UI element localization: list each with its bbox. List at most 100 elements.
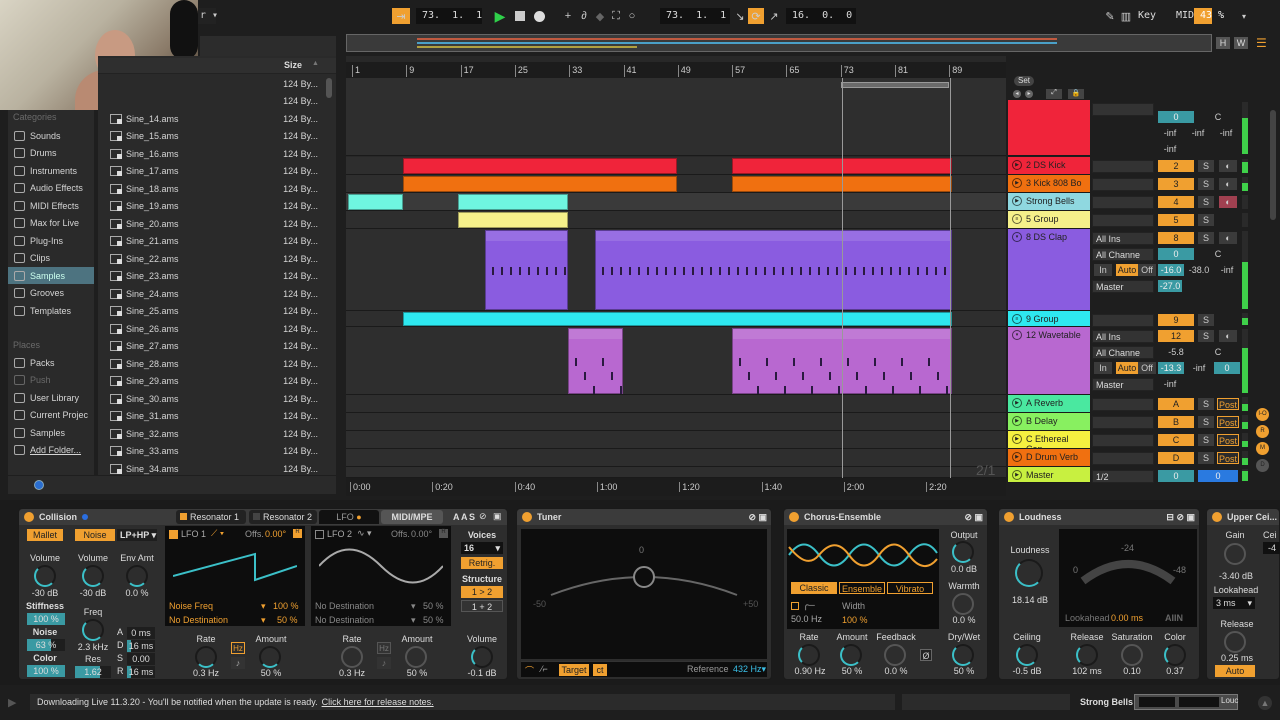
- drywet-knob[interactable]: [952, 644, 974, 666]
- release-notes-link[interactable]: Click here for release notes.: [322, 697, 434, 707]
- lfo1-sync-note-icon[interactable]: ♪: [231, 657, 245, 669]
- solo-button[interactable]: S: [1198, 452, 1214, 464]
- stop-icon[interactable]: [512, 8, 528, 24]
- punch-out-icon[interactable]: ↗: [766, 8, 782, 24]
- track-play-icon[interactable]: ▶: [1012, 452, 1022, 462]
- arrangement-clip[interactable]: [403, 312, 952, 326]
- track-io-slot[interactable]: [1092, 196, 1154, 209]
- lookahead-select[interactable]: 3 ms ▾: [1213, 597, 1255, 609]
- mallet-toggle[interactable]: Mallet: [27, 529, 63, 541]
- cents-toggle[interactable]: ct: [593, 664, 607, 676]
- lfo1-waveform-select[interactable]: ⟋ ▾: [211, 528, 224, 539]
- lfo2-sync-note-icon[interactable]: ♪: [377, 657, 391, 669]
- automation-arm-icon[interactable]: ∂: [576, 8, 592, 24]
- arm-button[interactable]: ◐: [1219, 160, 1237, 172]
- monitor-in-button[interactable]: In: [1094, 264, 1112, 276]
- track-activator-button[interactable]: 3: [1158, 178, 1194, 190]
- file-row[interactable]: Sine_31.ams 124 By...: [98, 408, 328, 425]
- arrangement-clip[interactable]: [458, 212, 568, 228]
- solo-button[interactable]: S: [1198, 416, 1214, 428]
- sidebar-item-sounds[interactable]: Sounds: [8, 127, 94, 144]
- track-header[interactable]: ▶ 3 Kick 808 Bo: [1008, 175, 1090, 193]
- track-header[interactable]: ▶ Master: [1008, 467, 1090, 483]
- capture-icon[interactable]: ⛶: [608, 8, 624, 24]
- lfo2-dest2-dropdown[interactable]: ▾: [411, 615, 416, 626]
- fold-icon[interactable]: ▾: [1012, 330, 1022, 340]
- hot-swap-icon[interactable]: ⊘ ▣: [964, 512, 983, 523]
- lfo1-enable-toggle[interactable]: [169, 530, 178, 539]
- clip-header[interactable]: [486, 231, 567, 241]
- file-row[interactable]: Sine_14.ams 124 By...: [98, 110, 328, 127]
- track-io-slot[interactable]: [1092, 398, 1154, 411]
- highpass-toggle[interactable]: [791, 602, 799, 610]
- arrangement-clip[interactable]: [403, 176, 677, 192]
- lfo2-dest1-dropdown[interactable]: ▾: [411, 601, 416, 612]
- lfo2-waveform-select[interactable]: ∿ ▾: [357, 528, 372, 539]
- tab-midi-mpe[interactable]: MIDI/MPE: [381, 510, 443, 524]
- solo-button[interactable]: S: [1198, 214, 1214, 226]
- sidebar-item-instruments[interactable]: Instruments: [8, 162, 94, 179]
- ceiling-knob[interactable]: [1016, 644, 1038, 666]
- arrangement-lane[interactable]: [346, 431, 1006, 449]
- expand-icon[interactable]: ⤢: [1046, 89, 1062, 99]
- lfo1-amount2[interactable]: 50 %: [277, 615, 298, 625]
- track-name[interactable]: A Reverb: [1026, 398, 1063, 408]
- auto-release-toggle[interactable]: Auto: [1215, 665, 1255, 677]
- pan-control[interactable]: C: [1198, 346, 1238, 358]
- track-play-icon[interactable]: ▶: [1012, 416, 1022, 426]
- overview-h-button[interactable]: H: [1216, 37, 1230, 49]
- browser-toggle-icon[interactable]: ☰: [1256, 36, 1268, 50]
- track-io-slot[interactable]: [1092, 103, 1154, 116]
- group-fold-icon[interactable]: ≡: [1012, 214, 1022, 224]
- pan-control[interactable]: C: [1198, 111, 1238, 123]
- arrangement-clip[interactable]: [458, 194, 568, 210]
- solo-button[interactable]: S: [1198, 160, 1214, 172]
- lfo2-amount1[interactable]: 50 %: [423, 601, 444, 611]
- arrangement-overview[interactable]: [346, 34, 1212, 52]
- release-knob[interactable]: [1224, 631, 1246, 653]
- feedback-invert-toggle[interactable]: Ø: [920, 649, 932, 661]
- reenable-automation-icon[interactable]: ◆: [592, 8, 608, 24]
- track-activator-button[interactable]: 0: [1158, 470, 1194, 482]
- stiffness-slider[interactable]: 100 %: [27, 613, 65, 625]
- key-map-button[interactable]: Key: [1132, 8, 1163, 24]
- file-row[interactable]: Sine_25.ams 124 By...: [98, 303, 328, 320]
- session-record-icon[interactable]: ○: [624, 8, 640, 24]
- send-post-toggle[interactable]: Post: [1217, 452, 1239, 464]
- track-activator-button[interactable]: C: [1158, 434, 1194, 446]
- arrangement-lane[interactable]: [346, 100, 1006, 156]
- file-row[interactable]: Sine_19.ams 124 By...: [98, 198, 328, 215]
- track-io-slot[interactable]: [1092, 416, 1154, 429]
- device-on-icon[interactable]: [522, 512, 532, 522]
- lfo1-amount1[interactable]: 100 %: [273, 601, 299, 611]
- file-row[interactable]: 124 By...: [98, 93, 328, 110]
- track-activator-button[interactable]: 0: [1158, 111, 1194, 123]
- filter-type-select[interactable]: LP+HP ▾: [117, 529, 157, 541]
- freq-knob[interactable]: [82, 619, 104, 641]
- send-post-toggle[interactable]: Post: [1217, 416, 1239, 428]
- place-item-samples[interactable]: Samples: [8, 424, 94, 441]
- voices-select[interactable]: 16 ▾: [461, 542, 503, 554]
- lfo1-amount-knob[interactable]: [259, 646, 281, 668]
- device-on-icon[interactable]: [789, 512, 799, 522]
- send-value[interactable]: -inf: [1214, 127, 1238, 139]
- lfo2-hz-toggle[interactable]: Hz: [377, 642, 391, 654]
- arm-button[interactable]: ◐: [1219, 232, 1237, 244]
- monitor-auto-button[interactable]: Auto: [1116, 264, 1138, 276]
- track-header[interactable]: ≡ 9 Group: [1008, 311, 1090, 327]
- send-value[interactable]: -inf: [1186, 362, 1212, 374]
- warmth-knob[interactable]: [952, 593, 974, 615]
- arrangement-lane[interactable]: [346, 229, 1006, 311]
- file-row[interactable]: Sine_16.ams 124 By...: [98, 145, 328, 162]
- peak-level[interactable]: -inf: [1158, 378, 1182, 390]
- prev-locator-icon[interactable]: ◂: [1013, 90, 1021, 98]
- color-knob[interactable]: [1164, 644, 1186, 666]
- volume-control[interactable]: 0: [1158, 248, 1194, 260]
- solo-button[interactable]: S: [1198, 314, 1214, 326]
- mode-vibrato[interactable]: Vibrato: [887, 582, 933, 594]
- track-activator-button[interactable]: 4: [1158, 196, 1194, 208]
- arrangement-lane[interactable]: [346, 175, 1006, 193]
- overdub-icon[interactable]: +: [560, 8, 576, 24]
- track-header[interactable]: ▶ Strong Bells: [1008, 193, 1090, 211]
- sidebar-item-drums[interactable]: Drums: [8, 145, 94, 162]
